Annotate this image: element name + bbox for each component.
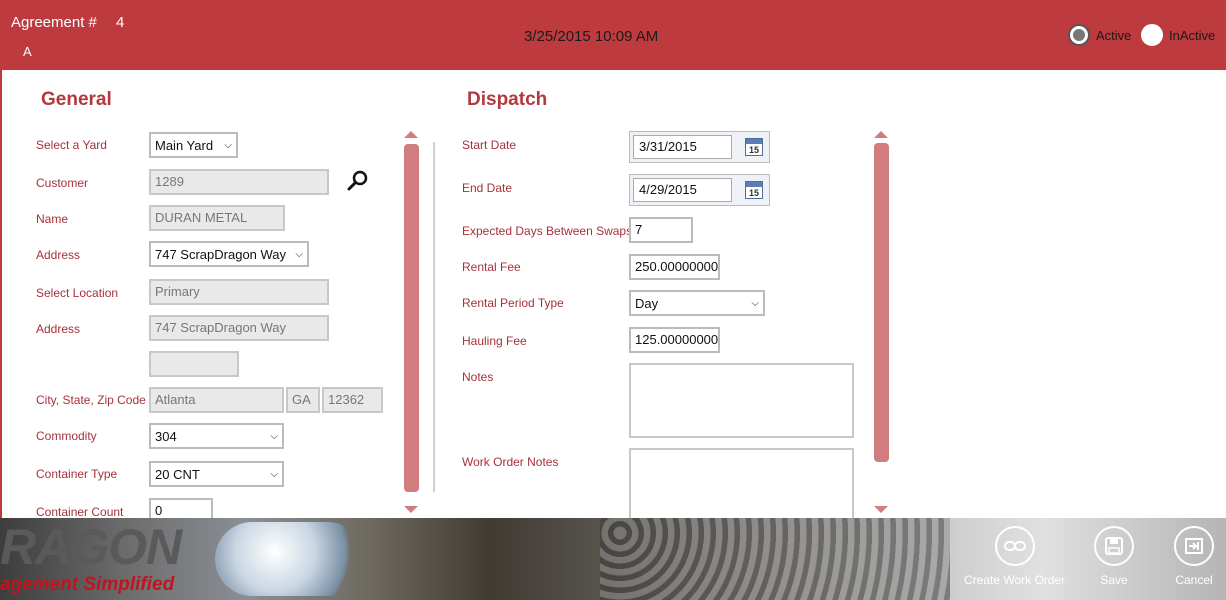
address-select-value: 747 ScrapDragon Way — [155, 246, 287, 262]
name-label: Name — [36, 212, 69, 226]
start-date-input[interactable]: 3/31/2015 — [633, 135, 732, 159]
search-icon[interactable] — [346, 169, 370, 193]
city-state-zip-label: City, State, Zip Code — [36, 393, 146, 407]
agreement-status-code: A — [23, 44, 32, 59]
expected-days-label: Expected Days Between Swaps — [462, 224, 633, 238]
commodity-label: Commodity — [36, 429, 97, 443]
radio-button-unchecked[interactable] — [1141, 24, 1163, 46]
header-bar: Agreement # 4 A 3/25/2015 10:09 AM Activ… — [0, 0, 1226, 70]
brand-tagline: agement Simplified — [0, 574, 175, 595]
create-work-order-button[interactable]: Create Work Order — [964, 526, 1065, 587]
end-date-input[interactable]: 4/29/2015 — [633, 178, 732, 202]
name-field: DURAN METAL — [149, 205, 285, 231]
status-active-label: Active — [1096, 27, 1132, 43]
customer-label: Customer — [36, 176, 89, 190]
container-type-label: Container Type — [36, 467, 118, 481]
state-field: GA — [286, 387, 320, 413]
chevron-down-icon: ⌵ — [270, 430, 278, 442]
agreement-label: Agreement # — [11, 14, 97, 31]
dispatch-scroll-up-arrow[interactable] — [874, 131, 888, 138]
dispatch-scroll-down-arrow[interactable] — [874, 506, 888, 513]
dispatch-section-title: Dispatch — [467, 89, 548, 110]
agreement-number: 4 — [116, 14, 125, 31]
save-button[interactable]: Save — [1094, 526, 1134, 587]
hauling-fee-field[interactable]: 125.00000000 — [629, 327, 720, 353]
cancel-label: Cancel — [1175, 573, 1213, 587]
address-line1-field: 747 ScrapDragon Way — [149, 315, 329, 341]
notes-textarea[interactable] — [629, 363, 854, 438]
expected-days-field[interactable]: 7 — [629, 217, 693, 243]
work-order-notes-label: Work Order Notes — [462, 455, 559, 469]
zip-field: 12362 — [322, 387, 383, 413]
header-datetime: 3/25/2015 10:09 AM — [524, 28, 659, 45]
agreement-screen: Agreement # 4 A 3/25/2015 10:09 AM Activ… — [0, 0, 1226, 600]
rental-fee-label: Rental Fee — [462, 260, 521, 274]
general-scrollbar-thumb[interactable] — [404, 144, 419, 492]
commodity-select[interactable]: 304 ⌵ — [149, 423, 284, 449]
end-date-label: End Date — [462, 181, 513, 195]
container-type-select-value: 20 CNT — [155, 466, 200, 482]
exit-icon — [1174, 526, 1214, 566]
footer-cloud-art — [215, 522, 365, 596]
yard-select-value: Main Yard — [155, 137, 214, 153]
chevron-down-icon: ⌵ — [224, 139, 232, 151]
city-field: Atlanta — [149, 387, 284, 413]
general-section-title: General — [41, 89, 112, 110]
status-inactive-label: InActive — [1169, 27, 1216, 43]
start-date-picker[interactable]: 3/31/2015 15 — [629, 131, 770, 163]
address-select[interactable]: 747 ScrapDragon Way ⌵ — [149, 241, 309, 267]
create-work-order-label: Create Work Order — [964, 573, 1066, 587]
container-count-label: Container Count — [36, 505, 124, 519]
start-date-label: Start Date — [462, 138, 517, 152]
calendar-icon-day: 15 — [748, 145, 759, 155]
rental-period-type-select[interactable]: Day ⌵ — [629, 290, 765, 316]
save-icon — [1094, 526, 1134, 566]
dispatch-scrollbar-thumb[interactable] — [874, 143, 889, 462]
location-label: Select Location — [36, 286, 119, 300]
address-select-label: Address — [36, 248, 81, 262]
form-content: General Select a Yard Main Yard ⌵ Custome… — [0, 70, 1226, 524]
customer-field: 1289 — [149, 169, 329, 195]
status-radio-inactive[interactable]: InActive — [1141, 24, 1215, 46]
footer-app-bar: RAGON agement Simplified Create Work Ord… — [0, 518, 1226, 600]
yard-label: Select a Yard — [36, 138, 107, 152]
yard-select[interactable]: Main Yard ⌵ — [149, 132, 238, 158]
work-order-notes-textarea[interactable] — [629, 448, 854, 523]
address-line2-field — [149, 351, 239, 377]
rental-period-type-value: Day — [635, 295, 659, 311]
chevron-down-icon: ⌵ — [295, 248, 303, 260]
end-date-picker[interactable]: 4/29/2015 15 — [629, 174, 770, 206]
notes-label: Notes — [462, 370, 494, 384]
calendar-icon-day: 15 — [748, 188, 759, 198]
chevron-down-icon: ⌵ — [270, 468, 278, 480]
general-scroll-up-arrow[interactable] — [404, 131, 418, 138]
commodity-select-value: 304 — [155, 428, 177, 444]
footer-background-art — [600, 518, 950, 600]
brand-logo-text: RAGON — [0, 519, 182, 575]
status-radio-active[interactable]: Active — [1068, 24, 1131, 46]
hauling-fee-label: Hauling Fee — [462, 334, 527, 348]
calendar-icon[interactable]: 15 — [745, 138, 763, 156]
container-type-select[interactable]: 20 CNT ⌵ — [149, 461, 284, 487]
cancel-button[interactable]: Cancel — [1174, 526, 1214, 587]
general-scroll-down-arrow[interactable] — [404, 506, 418, 513]
location-field: Primary — [149, 279, 329, 305]
rental-fee-field[interactable]: 250.00000000 — [629, 254, 720, 280]
address-label: Address — [36, 322, 81, 336]
link-icon — [994, 526, 1035, 566]
chevron-down-icon: ⌵ — [751, 297, 759, 309]
save-label: Save — [1100, 573, 1128, 587]
calendar-icon[interactable]: 15 — [745, 181, 763, 199]
section-divider — [433, 142, 435, 492]
radio-button-checked[interactable] — [1068, 24, 1090, 46]
rental-period-type-label: Rental Period Type — [462, 296, 564, 310]
